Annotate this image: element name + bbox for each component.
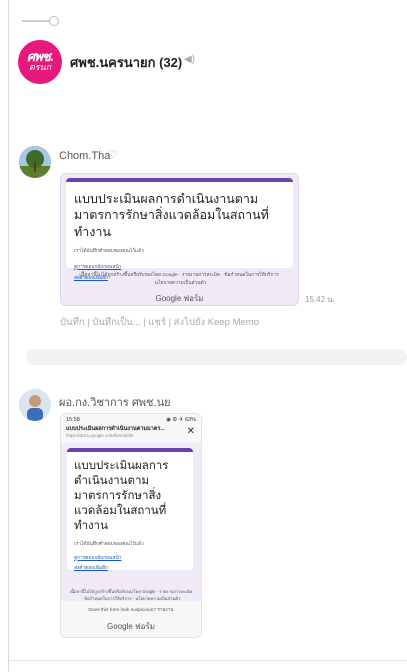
submit-another-link-2[interactable]: ส่งคำตอบเพิ่มอีก — [67, 562, 193, 572]
form-note: เราได้บันทึกคำตอบของคุณไว้แล้ว — [74, 248, 144, 254]
speaker-icon[interactable]: ◀) — [184, 54, 195, 65]
sender-name: Chom.Tha — [59, 150, 111, 162]
google-forms-brand-2: Google ฟอร์ม — [106, 622, 156, 631]
sender-avatar-2[interactable] — [19, 389, 51, 421]
slider-track[interactable] — [22, 20, 52, 22]
message-time: 15.42 น. — [305, 295, 335, 304]
previous-responses-link-2[interactable]: ดูการตอบกลับก่อนหน้า — [67, 548, 193, 562]
url-sub: https://docs.google.com/forms/d/e — [66, 433, 134, 438]
phone-status-bar: 15:58 ◉ ⚙ ✈ 63% — [61, 414, 201, 423]
sender-name-2: ผอ.กง.วิชาการ ศพช.นย — [59, 397, 171, 409]
previous-responses-link[interactable]: ดูการตอบกลับก่อนหน้า — [66, 255, 293, 271]
phone-url-bar: แบบประเมินผลการดำเนินงานตามมาตร... https… — [61, 423, 201, 438]
group-name: ศพช.นครนายก (32) — [70, 55, 183, 70]
avatar-text-2: ตรนก — [28, 63, 52, 73]
form-footer-2: เนื้อหานี้ไม่ได้ถูกสร้างขึ้นหรือรับรองโด… — [69, 589, 193, 601]
form-footer: เนื้อหานี้ไม่ได้ถูกสร้างขึ้นหรือรับรองโด… — [79, 273, 282, 286]
form-note-2: เราได้บันทึกคำตอบของคุณไว้แล้ว — [74, 541, 144, 547]
sender-avatar[interactable] — [19, 146, 51, 178]
form-title-2: แบบประเมินผลการดำเนินงานตามมาตรการรักษาส… — [74, 460, 169, 532]
message-actions[interactable]: บันทึก | บันทึกเป็น... | แชร์ | ส่งไปยัง… — [60, 315, 259, 330]
close-icon[interactable]: ✕ — [187, 426, 195, 437]
slider-handle[interactable] — [49, 16, 59, 26]
screenshot-image[interactable]: 15:58 ◉ ⚙ ✈ 63% แบบประเมินผลการดำเนินงาน… — [60, 413, 202, 638]
url-title: แบบประเมินผลการดำเนินงานตามมาตร... — [66, 426, 165, 432]
group-avatar[interactable]: ศพช. ตรนก — [18, 40, 62, 84]
form-title: แบบประเมินผลการดำเนินงานตามมาตรการรักษาส… — [74, 192, 269, 239]
person-photo-icon — [19, 389, 51, 421]
bottom-divider — [8, 660, 407, 661]
suspicious-text: Does this form look suspicious? รายงาน — [88, 608, 174, 613]
tree-photo-icon — [19, 146, 51, 178]
heart-icon[interactable]: ♡ — [108, 148, 118, 161]
form-card[interactable]: แบบประเมินผลการดำเนินงานตามมาตรการรักษาส… — [60, 173, 299, 306]
divider-bar — [26, 349, 407, 365]
google-forms-brand: Google ฟอร์ม — [155, 294, 204, 303]
